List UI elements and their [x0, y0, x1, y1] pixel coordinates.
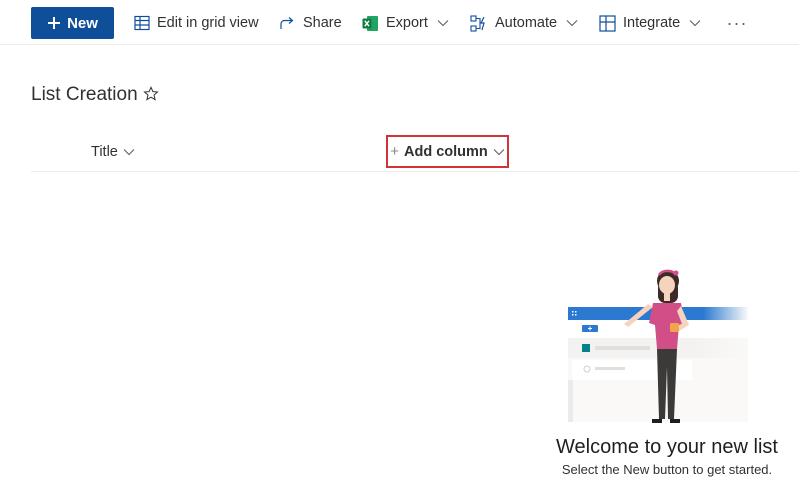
integrate-button[interactable]: Integrate [599, 9, 701, 37]
automate-icon [470, 14, 488, 32]
add-column-button[interactable]: + Add column [386, 135, 509, 168]
automate-button[interactable]: Automate [470, 9, 578, 37]
edit-grid-view-label: Edit in grid view [157, 15, 259, 31]
automate-label: Automate [495, 15, 558, 31]
export-button[interactable]: Export [362, 9, 449, 37]
star-icon[interactable] [143, 86, 159, 102]
add-column-label: Add column [403, 143, 488, 160]
chevron-down-icon [689, 19, 701, 27]
plus-icon: + [390, 143, 399, 160]
grid-icon [134, 15, 150, 31]
integrate-label: Integrate [623, 15, 681, 31]
share-icon [279, 15, 296, 31]
integrate-icon [599, 14, 616, 32]
export-label: Export [386, 15, 428, 31]
edit-grid-view-button[interactable]: Edit in grid view [134, 9, 259, 37]
excel-icon [362, 15, 379, 32]
share-button[interactable]: Share [279, 9, 342, 37]
empty-state-subtext: Select the New button to get started. [561, 462, 773, 477]
column-header-title[interactable]: Title [91, 143, 135, 161]
new-button-label: New [67, 14, 98, 32]
chevron-down-icon [493, 144, 505, 160]
chevron-down-icon [566, 19, 578, 27]
page-title: List Creation [31, 84, 138, 105]
command-bar: New Edit in grid view Share Export Autom… [0, 0, 799, 45]
empty-list-illustration [560, 265, 760, 425]
new-button[interactable]: New [31, 7, 114, 39]
more-icon[interactable]: ··· [726, 9, 748, 37]
plus-icon [47, 16, 61, 30]
share-label: Share [303, 15, 342, 31]
column-header-title-label: Title [91, 144, 118, 160]
chevron-down-icon [437, 19, 449, 27]
empty-state-heading: Welcome to your new list [556, 436, 778, 458]
chevron-down-icon [123, 144, 135, 160]
column-header-row: Title + Add column [31, 134, 799, 172]
